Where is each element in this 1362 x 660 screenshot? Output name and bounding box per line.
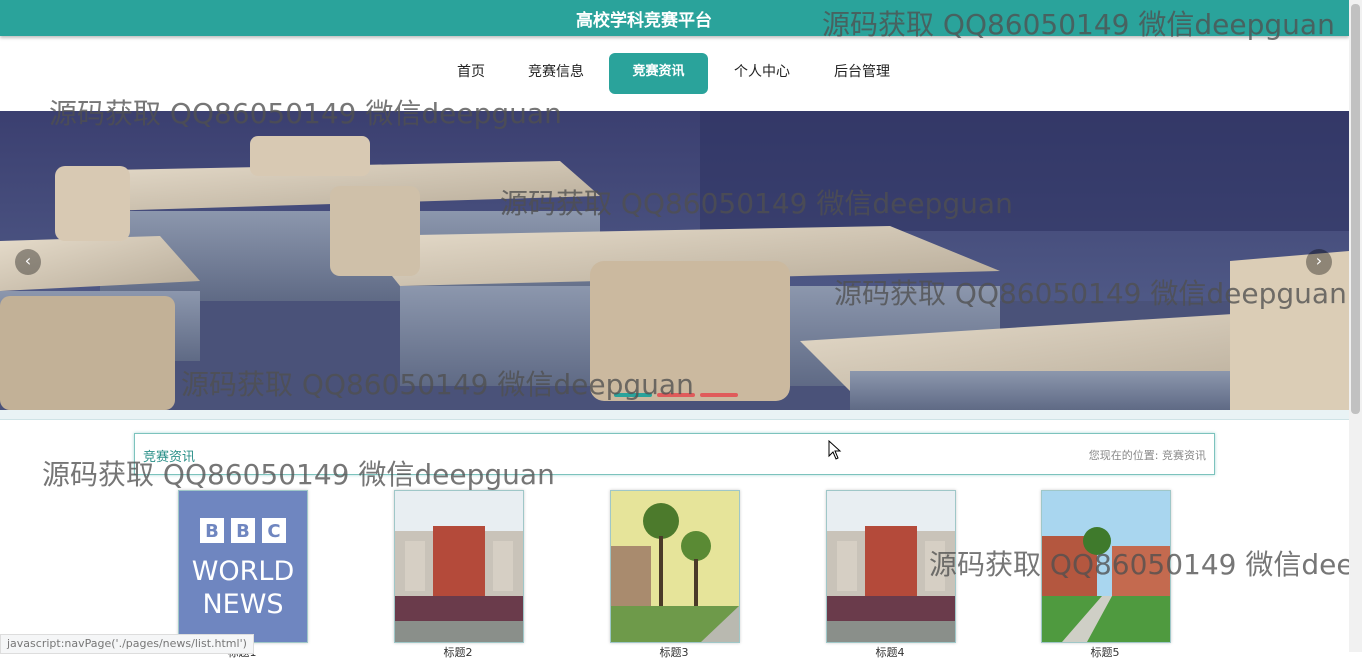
carousel-banner[interactable] — [0, 111, 1349, 410]
breadcrumb: 您现在的位置: 竞赛资讯 — [1089, 447, 1206, 463]
thumb-text-world: WORLD — [192, 556, 295, 587]
carousel-indicators — [614, 393, 738, 397]
news-card-title[interactable]: 标题2 — [394, 644, 522, 660]
news-thumbnail — [1042, 491, 1170, 642]
news-thumbnail — [827, 491, 955, 642]
section-header: 竞赛资讯 您现在的位置: 竞赛资讯 — [134, 433, 1215, 475]
carousel-next-button[interactable]: › — [1306, 249, 1332, 275]
breadcrumb-prefix: 您现在的位置: — [1088, 449, 1159, 462]
news-card-1[interactable]: B B C WORLD NEWS — [178, 490, 308, 643]
page-scrollbar[interactable] — [1349, 0, 1362, 652]
nav-item-competition-news[interactable]: 竞赛资讯 — [609, 53, 708, 94]
classroom-image — [0, 111, 1349, 410]
nav-item-personal-center[interactable]: 个人中心 — [724, 53, 800, 94]
main-nav: 首页 竞赛信息 竞赛资讯 个人中心 后台管理 — [0, 53, 1349, 94]
nav-item-admin[interactable]: 后台管理 — [824, 53, 900, 94]
news-card-title[interactable]: 标题3 — [610, 644, 738, 660]
news-card-2[interactable] — [394, 490, 524, 643]
chevron-right-icon: › — [1315, 251, 1323, 270]
carousel-dot-2[interactable] — [657, 393, 695, 397]
nav-item-competition-info[interactable]: 竞赛信息 — [518, 53, 594, 94]
scrollbar-thumb[interactable] — [1351, 4, 1360, 414]
site-title: 高校学科竞赛平台 — [576, 11, 712, 31]
carousel-dot-3[interactable] — [700, 393, 738, 397]
bbc-letter-b1: B — [205, 521, 219, 542]
news-card-3[interactable] — [610, 490, 740, 643]
chevron-left-icon: ‹ — [24, 251, 32, 270]
top-header-bar: 高校学科竞赛平台 — [0, 0, 1349, 36]
bbc-letter-b2: B — [236, 521, 250, 542]
mouse-cursor-icon — [828, 440, 842, 460]
thumb-text-news: NEWS — [202, 589, 283, 620]
carousel-dot-1[interactable] — [614, 393, 652, 397]
news-card-5[interactable] — [1041, 490, 1171, 643]
news-thumbnail — [611, 491, 739, 642]
nav-item-home[interactable]: 首页 — [444, 53, 498, 94]
news-thumbnail: B B C WORLD NEWS — [179, 491, 307, 642]
section-title: 竞赛资讯 — [143, 450, 196, 465]
news-card-title[interactable]: 标题5 — [1041, 644, 1169, 660]
carousel-prev-button[interactable]: ‹ — [15, 249, 41, 275]
bbc-letter-c: C — [267, 521, 280, 542]
news-card-title[interactable]: 标题4 — [826, 644, 954, 660]
news-card-4[interactable] — [826, 490, 956, 643]
banner-bottom-strip — [0, 410, 1349, 420]
news-thumbnail — [395, 491, 523, 642]
browser-status-bar: javascript:navPage('./pages/news/list.ht… — [0, 634, 254, 654]
breadcrumb-current[interactable]: 竞赛资讯 — [1162, 449, 1206, 462]
